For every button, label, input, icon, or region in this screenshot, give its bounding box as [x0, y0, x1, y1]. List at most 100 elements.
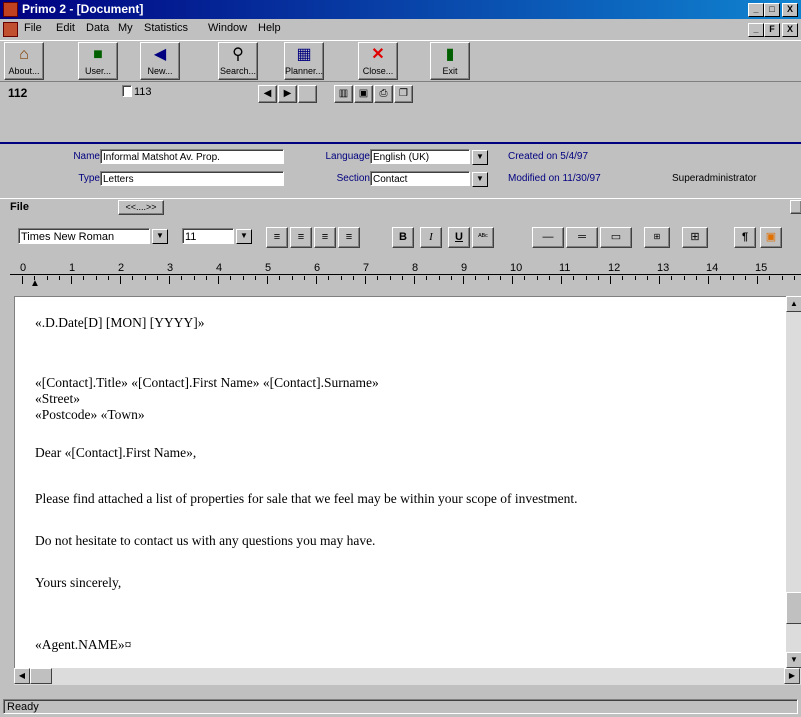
paragraph-mark-button[interactable]: ¶ — [734, 227, 756, 248]
ruler-tick — [316, 276, 317, 284]
closing-line: Yours sincerely, — [35, 575, 122, 590]
title-bar[interactable]: Primo 2 - [Document] _ □ X — [0, 0, 801, 19]
user-book-icon: ■ — [93, 46, 103, 63]
menu-data[interactable]: Data — [86, 22, 109, 34]
ruler-mark: 5 — [265, 262, 272, 274]
close-label: Close... — [362, 66, 394, 76]
user-button[interactable]: ■ User... — [78, 42, 118, 80]
postcode-town-line: «Postcode» «Town» — [35, 407, 145, 422]
document-icon[interactable] — [3, 22, 18, 37]
language-select[interactable]: English (UK) — [370, 149, 470, 164]
section-select[interactable]: Contact — [370, 171, 470, 186]
ruler-tick — [95, 276, 97, 280]
app-icon[interactable] — [3, 2, 18, 17]
document-editor[interactable]: «.D.Date[D] [MON] [YYYY]» «[Contact].Tit… — [14, 296, 787, 669]
ruler-tick — [744, 276, 746, 280]
new-arrow-icon: ◀ — [153, 46, 167, 63]
scroll-left-button[interactable]: ◀ — [14, 668, 30, 684]
child-minimize-button[interactable]: _ — [748, 23, 764, 37]
menu-help[interactable]: Help — [258, 22, 281, 34]
ruler-tick — [365, 276, 366, 284]
close-window-button[interactable]: X — [782, 3, 798, 17]
child-close-button[interactable]: X — [782, 23, 798, 37]
scroll-right-button[interactable]: ▶ — [784, 668, 800, 684]
minimize-button[interactable]: _ — [748, 3, 764, 17]
close-button[interactable]: ✕ Close... — [358, 42, 398, 80]
ruler-tick — [107, 276, 109, 280]
ruler-tick — [475, 276, 477, 280]
ruler-tick — [695, 276, 697, 280]
print-record-button[interactable]: ⎙ — [374, 85, 393, 103]
horizontal-scroll-thumb[interactable] — [30, 668, 52, 684]
ruler-tick — [757, 276, 758, 284]
ruler-tick — [169, 276, 170, 284]
exit-icon: ▮ — [445, 46, 455, 63]
ruler-tick — [597, 276, 599, 280]
child-restore-button[interactable]: F — [764, 23, 780, 37]
box-line-button[interactable]: ▭ — [600, 227, 632, 248]
next-record-button[interactable]: ▶ — [278, 85, 297, 103]
scroll-up-button[interactable]: ▲ — [786, 296, 801, 312]
horizontal-scrollbar[interactable]: ◀ ▶ — [14, 668, 801, 685]
exit-button[interactable]: ▮ Exit — [430, 42, 470, 80]
align-center-button[interactable]: ≡ — [290, 227, 312, 248]
ruler-tick — [22, 276, 23, 284]
language-dropdown-button[interactable]: ▼ — [472, 150, 488, 165]
copy-record-button[interactable]: ❐ — [394, 85, 413, 103]
double-line-button[interactable]: ═ — [566, 227, 598, 248]
menu-window[interactable]: Window — [208, 22, 247, 34]
ruler-tick — [671, 276, 673, 280]
ruler[interactable]: 0 1 2 3 4 5 6 7 8 9 10 11 12 13 14 15 ▲ — [10, 258, 801, 292]
search-button[interactable]: ⚲ Search... — [218, 42, 258, 80]
ruler-tick — [205, 276, 207, 280]
maximize-button[interactable]: □ — [764, 3, 780, 17]
save-record-button[interactable]: ▣ — [354, 85, 373, 103]
ruler-tick — [352, 276, 354, 280]
blank-record-button[interactable] — [298, 85, 317, 103]
ruler-mark: 8 — [412, 262, 419, 274]
align-left-button[interactable]: ≡ — [266, 227, 288, 248]
font-size-select[interactable]: 11 — [182, 228, 234, 244]
italic-button[interactable]: I — [420, 227, 442, 248]
table-grid-button[interactable]: ⊞ — [682, 227, 708, 248]
planner-button[interactable]: ▦ Planner... — [284, 42, 324, 80]
insert-field-button[interactable]: ▣ — [760, 227, 782, 248]
name-label: Name — [73, 151, 100, 162]
prev-record-button[interactable]: ◀ — [258, 85, 277, 103]
menu-my[interactable]: My — [118, 22, 133, 34]
expand-toggle-button[interactable]: <<....>> — [118, 200, 164, 215]
vertical-scrollbar[interactable]: ▲ ▼ — [786, 296, 801, 668]
pane-close-button[interactable] — [790, 200, 801, 214]
ruler-mark: 14 — [706, 262, 719, 274]
contact-name-line: «[Contact].Title» «[Contact].First Name»… — [35, 375, 379, 390]
table-insert-button[interactable]: ⊞ — [644, 227, 670, 248]
ruler-tick — [610, 276, 611, 284]
scroll-down-button[interactable]: ▼ — [786, 652, 801, 668]
grid-view-button[interactable]: ▥ — [334, 85, 353, 103]
menu-statistics[interactable]: Statistics — [144, 22, 188, 34]
font-dropdown-button[interactable]: ▼ — [152, 229, 168, 244]
section-dropdown-button[interactable]: ▼ — [472, 172, 488, 187]
size-dropdown-button[interactable]: ▼ — [236, 229, 252, 244]
ruler-tick — [512, 276, 513, 284]
record-ref: 113 — [134, 86, 152, 98]
new-button[interactable]: ◀ New... — [140, 42, 180, 80]
underline-button[interactable]: U — [448, 227, 470, 248]
type-field[interactable]: Letters — [100, 171, 284, 186]
document-info-panel: Name Informal Matshot Av. Prop. Type Let… — [0, 142, 801, 198]
menu-file[interactable]: File — [24, 22, 42, 34]
bold-button[interactable]: B — [392, 227, 414, 248]
menu-edit[interactable]: Edit — [56, 22, 75, 34]
ruler-tick — [267, 276, 268, 284]
align-right-button[interactable]: ≡ — [314, 227, 336, 248]
strikethrough-button[interactable]: ᴬᴮᶜ — [472, 227, 494, 248]
name-field[interactable]: Informal Matshot Av. Prop. — [100, 149, 284, 164]
vertical-scroll-thumb[interactable] — [786, 592, 801, 624]
about-button[interactable]: ⌂ About... — [4, 42, 44, 80]
justify-button[interactable]: ≡ — [338, 227, 360, 248]
single-line-button[interactable]: — — [532, 227, 564, 248]
ruler-tick — [585, 276, 587, 280]
font-name-select[interactable]: Times New Roman — [18, 228, 150, 244]
language-label: Language — [325, 151, 371, 162]
record-checkbox[interactable] — [122, 85, 132, 97]
